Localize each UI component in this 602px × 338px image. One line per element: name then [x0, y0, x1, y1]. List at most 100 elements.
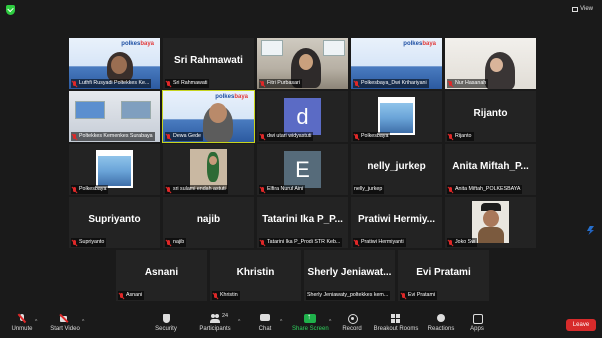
muted-mic-icon [260, 80, 265, 87]
muted-mic-icon [448, 239, 453, 246]
muted-mic-icon [166, 133, 171, 140]
participants-count-badge: 24 [222, 313, 229, 319]
participant-name-label: Supriyanto [71, 238, 107, 247]
participant-big-name: Sherly Jeniawat... [307, 267, 392, 278]
participant-tile[interactable]: Rijanto Rijanto [445, 91, 536, 142]
participant-name-label: Polkesbaya [353, 132, 391, 141]
participant-tile[interactable]: d dwi utari widyastuti [257, 91, 348, 142]
breakout-rooms-button[interactable]: Breakout Rooms [373, 310, 419, 338]
participant-name-label: Dewa Gede [165, 132, 203, 141]
chat-icon [260, 314, 270, 323]
participant-name-label: Nur Hasanah [447, 79, 489, 88]
muted-mic-icon [72, 239, 77, 246]
participant-name-label: Sherly Jeniawaty_poltekkes kem... [306, 291, 391, 300]
audio-options-chevron-icon[interactable]: ^ [35, 319, 37, 325]
participant-tile[interactable]: Joko Sw [445, 197, 536, 248]
participant-name-label: nelly_jurkep [353, 185, 385, 194]
participant-name-label: Fitri Purbasari [259, 79, 302, 88]
muted-mic-icon [260, 186, 265, 193]
gallery-row: Supriyanto Supriyanto najib najib Tatari… [69, 197, 536, 248]
participant-name-label: Joko Sw [447, 238, 478, 247]
participants-options-chevron-icon[interactable]: ^ [238, 319, 240, 325]
participant-name-label: Tatarini Ika P_Prodi STR Keb... [259, 238, 343, 247]
participant-tile[interactable]: Supriyanto Supriyanto [69, 197, 160, 248]
gallery-row: Polkesbaya sri sulami endah astuti E Elf… [69, 144, 536, 195]
participant-name-label: Anita Miftah_POLKESBAYA [447, 185, 523, 194]
participant-tile[interactable]: Fitri Purbasari [257, 38, 348, 89]
participant-video [98, 156, 131, 186]
participant-big-name: nelly_jurkep [367, 161, 426, 172]
view-label: View [580, 6, 593, 12]
unmute-button[interactable]: Unmute [8, 310, 36, 338]
participant-name-label: Evi Pratami [400, 291, 438, 300]
brand-logo-icon: polkesbaya [121, 41, 154, 47]
apps-icon [472, 314, 483, 324]
participant-big-name: Evi Pratami [416, 267, 471, 278]
participant-big-name: Supriyanto [88, 214, 141, 225]
participant-tile[interactable]: sri sulami endah astuti [163, 144, 254, 195]
participant-big-name: Sri Rahmawati [174, 55, 243, 66]
apps-button[interactable]: Apps [467, 310, 487, 338]
participant-tile[interactable]: najib najib [163, 197, 254, 248]
muted-mic-icon [119, 292, 124, 299]
record-button[interactable]: Record [340, 310, 364, 338]
muted-mic-icon [17, 314, 27, 323]
zoom-apps-icon[interactable] [587, 226, 594, 235]
participant-tile[interactable]: polkesbaya Polkesbaya_Dwi Krihariyani [351, 38, 442, 89]
participant-big-name: Rijanto [473, 108, 508, 119]
participant-name-label: Luthfi Rusyadi Poltekkes Ke... [71, 79, 152, 88]
participant-tile-active-speaker[interactable]: polkesbaya Dewa Gede [162, 90, 255, 143]
muted-mic-icon [448, 80, 453, 87]
participant-tile[interactable]: E Elfira Nurul Aini [257, 144, 348, 195]
chat-options-chevron-icon[interactable]: ^ [280, 319, 282, 325]
chat-button[interactable]: Chat [254, 310, 276, 338]
muted-mic-icon [354, 239, 359, 246]
participant-tile[interactable]: Polkesbaya [351, 91, 442, 142]
participant-tile[interactable]: Polkesbaya [69, 144, 160, 195]
participant-avatar: E [295, 157, 310, 182]
muted-mic-icon [448, 186, 453, 193]
reactions-button[interactable]: Reactions [426, 310, 456, 338]
participant-tile[interactable]: polkesbaya Luthfi Rusyadi Poltekkes Ke..… [69, 38, 160, 89]
participant-name-label: sri sulami endah astuti [165, 185, 228, 194]
participant-tile[interactable]: Pratiwi Hermiy... Pratiwi Hermiyanti [351, 197, 442, 248]
security-shield-icon[interactable] [6, 5, 15, 15]
participant-tile[interactable]: Asnani Asnani [116, 250, 207, 301]
leave-button[interactable]: Leave [566, 319, 596, 331]
participant-name-label: Pratiwi Hermiyanti [353, 238, 406, 247]
grid-icon [572, 6, 579, 12]
participant-video [380, 103, 413, 133]
gallery-row: Poltekkes Kemenkes Surabaya polkesbaya D… [69, 90, 536, 143]
muted-mic-icon [72, 80, 77, 87]
participant-tile[interactable]: Poltekkes Kemenkes Surabaya [69, 91, 160, 142]
participant-tile[interactable]: Khristin Khristin [210, 250, 301, 301]
video-options-chevron-icon[interactable]: ^ [82, 319, 84, 325]
participant-name-label: Elfira Nurul Aini [259, 185, 306, 194]
share-options-chevron-icon[interactable]: ^ [329, 319, 331, 325]
security-button[interactable]: Security [152, 310, 180, 338]
participant-name-label: dwi utari widyastuti [259, 132, 314, 141]
participant-name-label: Sri Rahmawati [165, 79, 210, 88]
reactions-icon [436, 314, 446, 323]
breakout-rooms-icon [391, 314, 401, 323]
participant-name-label: Polkesbaya_Dwi Krihariyani [353, 79, 429, 88]
participant-name-label: Polkesbaya [71, 185, 109, 194]
gallery-row: polkesbaya Luthfi Rusyadi Poltekkes Ke..… [69, 38, 536, 89]
muted-mic-icon [448, 133, 453, 140]
participant-tile[interactable]: Tatarini Ika P_P... Tatarini Ika P_Prodi… [257, 197, 348, 248]
participant-tile[interactable]: Anita Miftah_P... Anita Miftah_POLKESBAY… [445, 144, 536, 195]
participant-tile[interactable]: Sri Rahmawati Sri Rahmawati [163, 38, 254, 89]
participant-tile[interactable]: nelly_jurkep nelly_jurkep [351, 144, 442, 195]
participant-big-name: Anita Miftah_P... [452, 161, 529, 172]
view-button[interactable]: View [569, 3, 596, 15]
participant-tile[interactable]: Sherly Jeniawat... Sherly Jeniawaty_polt… [304, 250, 395, 301]
shield-icon [161, 314, 171, 323]
start-video-button[interactable]: Start Video [48, 310, 82, 338]
participant-tile[interactable]: Evi Pratami Evi Pratami [398, 250, 489, 301]
participant-tile[interactable]: Nur Hasanah [445, 38, 536, 89]
participant-big-name: Khristin [236, 267, 275, 278]
participant-name-label: Poltekkes Kemenkes Surabaya [71, 132, 155, 141]
record-icon [347, 314, 358, 324]
muted-mic-icon [260, 239, 265, 246]
share-screen-button[interactable]: Share Screen [292, 310, 329, 338]
